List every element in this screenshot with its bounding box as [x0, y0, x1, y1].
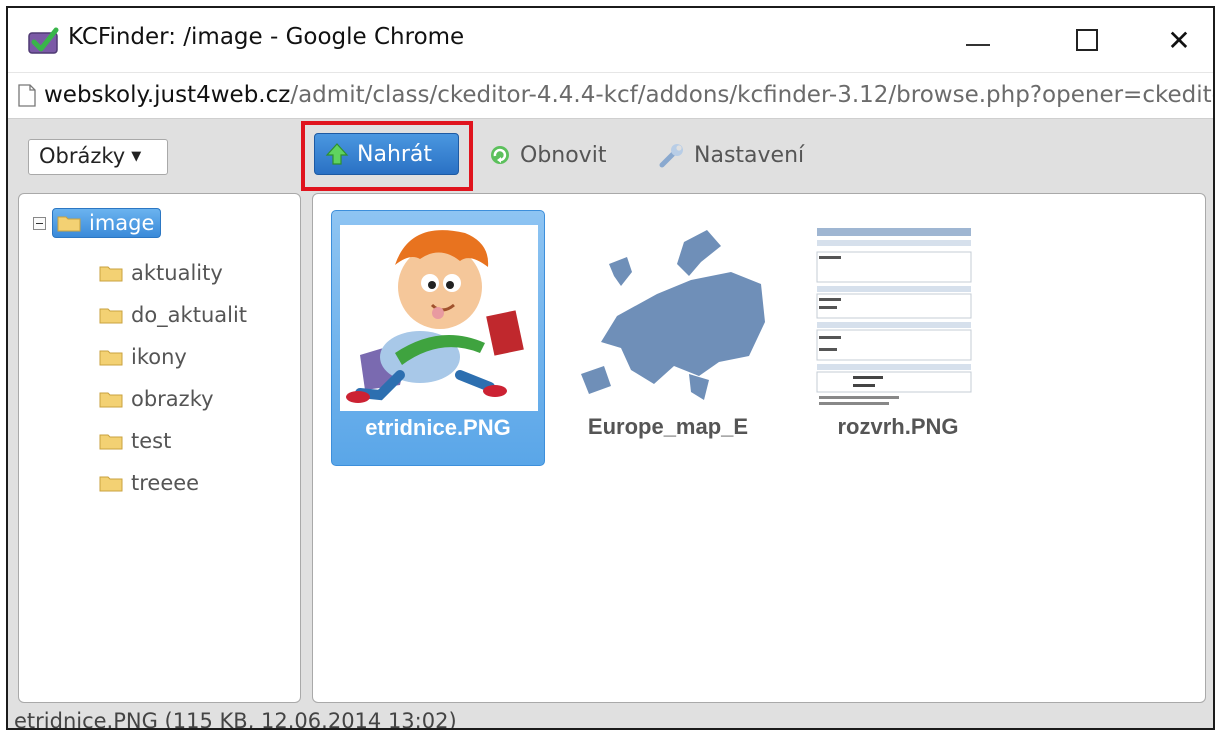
wrench-icon: [659, 144, 683, 168]
kcfinder-app: Obrázky ▼ Nahrát Obnovit Nastavení image…: [8, 118, 1213, 728]
refresh-icon: [491, 146, 509, 164]
file-thumbnail: [569, 224, 767, 410]
dropdown-arrow-icon: ▼: [131, 149, 142, 164]
minimize-button[interactable]: [943, 16, 1013, 64]
file-item-etridnice[interactable]: etridnice.PNG: [331, 210, 545, 466]
url-host: webskoly.just4web.cz: [44, 82, 291, 108]
folder-item[interactable]: ikony: [99, 336, 247, 378]
close-icon: ✕: [1167, 23, 1191, 57]
tree-root[interactable]: image: [33, 208, 162, 238]
browser-window: KCFinder: /image - Google Chrome ✕ websk…: [6, 6, 1215, 730]
folder-label: test: [131, 429, 172, 453]
maximize-button[interactable]: [1052, 16, 1122, 64]
europe-map-image: [569, 224, 767, 410]
root-folder-label: image: [89, 211, 155, 235]
kcfinder-app-icon: [28, 27, 59, 54]
timetable-image: [813, 224, 975, 410]
folder-item[interactable]: do_aktualit: [99, 294, 247, 336]
folder-icon: [99, 266, 123, 282]
settings-label: Nastavení: [694, 142, 805, 168]
folder-tree-panel: image aktuality do_aktualit ikony obrazk…: [18, 193, 301, 703]
settings-button[interactable]: Nastavení: [658, 131, 804, 179]
url-text[interactable]: webskoly.just4web.cz/admit/class/ckedito…: [44, 82, 1215, 108]
folder-label: ikony: [131, 345, 187, 369]
folder-icon: [99, 476, 123, 492]
status-bar: etridnice.PNG (115 KB, 12.06.2014 13:02): [14, 709, 457, 730]
url-path: /admit/class/ckeditor-4.4.4-kcf/addons/k…: [290, 82, 1215, 108]
folder-list: aktuality do_aktualit ikony obrazky test…: [99, 252, 247, 504]
address-bar[interactable]: webskoly.just4web.cz/admit/class/ckedito…: [8, 72, 1213, 119]
folder-icon: [99, 350, 123, 366]
collapse-icon[interactable]: [33, 216, 46, 230]
refresh-button[interactable]: Obnovit: [488, 131, 606, 179]
cartoon-boy-image: [340, 225, 538, 411]
page-icon: [18, 84, 36, 107]
file-thumbnail: [813, 224, 975, 410]
maximize-icon: [1076, 29, 1098, 51]
folder-item[interactable]: obrazky: [99, 378, 247, 420]
folder-icon: [99, 392, 123, 408]
folder-label: treeee: [131, 471, 200, 495]
title-bar: KCFinder: /image - Google Chrome ✕: [8, 8, 1213, 72]
files-panel: etridnice.PNG Europe_map_E rozvrh.PNG: [312, 193, 1206, 703]
close-button[interactable]: ✕: [1144, 16, 1213, 64]
file-name: Europe_map_E: [587, 414, 749, 439]
folder-icon: [99, 308, 123, 324]
refresh-label: Obnovit: [520, 142, 607, 168]
type-select-value: Obrázky: [39, 144, 126, 168]
file-item-europe-map[interactable]: Europe_map_E: [561, 210, 775, 466]
file-item-rozvrh[interactable]: rozvrh.PNG: [791, 210, 1005, 466]
folder-icon: [99, 434, 123, 450]
highlight-box: [301, 121, 473, 191]
folder-label: do_aktualit: [131, 303, 248, 327]
folder-label: aktuality: [131, 261, 223, 285]
file-name: rozvrh.PNG: [837, 414, 959, 439]
file-thumbnail: [340, 225, 538, 411]
folder-icon: [57, 216, 81, 232]
folder-label: obrazky: [131, 387, 214, 411]
minimize-icon: [966, 44, 990, 46]
file-name: etridnice.PNG: [365, 415, 511, 440]
root-folder-selected[interactable]: image: [52, 208, 162, 238]
window-title: KCFinder: /image - Google Chrome: [68, 24, 465, 50]
type-select[interactable]: Obrázky ▼: [28, 139, 168, 175]
folder-item[interactable]: aktuality: [99, 252, 247, 294]
folder-item[interactable]: test: [99, 420, 247, 462]
folder-item[interactable]: treeee: [99, 462, 247, 504]
